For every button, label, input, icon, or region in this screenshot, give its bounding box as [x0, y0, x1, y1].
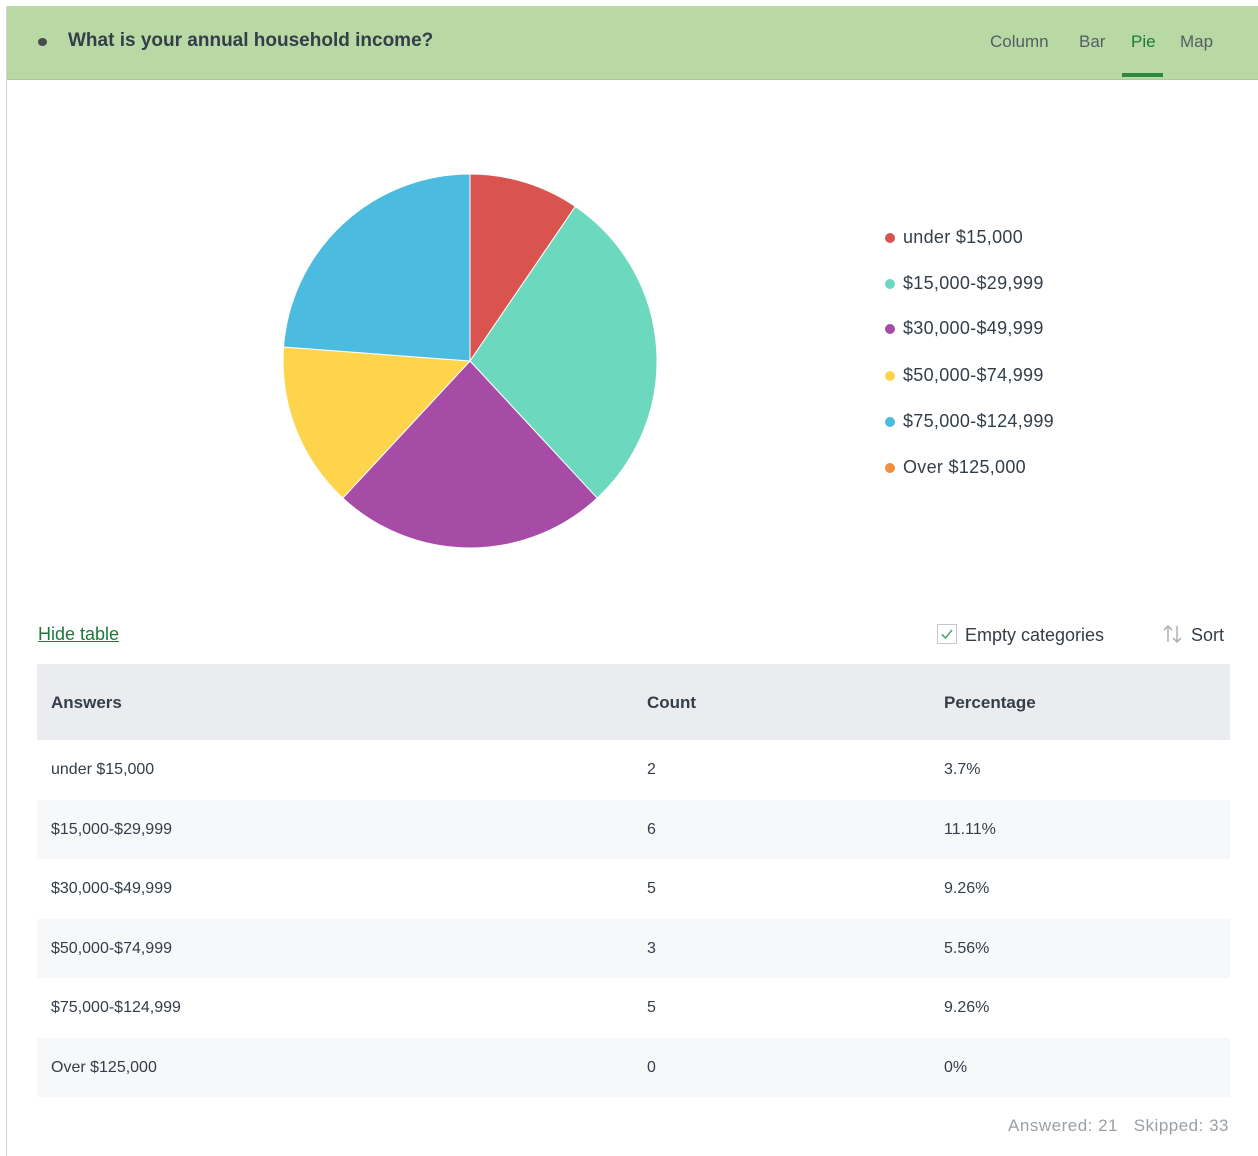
table-header: Answers Count Percentage	[37, 664, 1230, 740]
count-cell: 5	[647, 880, 656, 897]
count-cell: 3	[647, 939, 656, 957]
percentage-cell: 3.7%	[944, 761, 981, 778]
answer-cell: Over $125,000	[51, 1058, 157, 1076]
legend-label: $75,000-$124,999	[903, 411, 1054, 431]
results-table: Answers Count Percentage under $15,000 2…	[37, 664, 1230, 1097]
count-cell: 0	[647, 1058, 656, 1076]
sort-icon	[1163, 624, 1182, 644]
table-row: $15,000-$29,999 6 11.11%	[37, 799, 1230, 859]
count-cell: 6	[647, 820, 656, 838]
percentage-cell: 0%	[944, 1058, 968, 1076]
pie-chart	[282, 173, 658, 549]
sort-label: Sort	[1191, 625, 1225, 645]
legend-swatch	[885, 233, 895, 243]
table-row: $75,000-$124,999 5 9.26%	[37, 978, 1230, 1038]
answer-cell: $50,000-$74,999	[51, 939, 172, 957]
legend-label: $50,000-$74,999	[903, 365, 1044, 385]
answer-cell: $75,000-$124,999	[51, 999, 181, 1016]
checkmark-icon	[941, 629, 953, 640]
pie-slices	[282, 173, 658, 549]
table-row: $50,000-$74,999 3 5.56%	[37, 918, 1230, 978]
answer-cell: under $15,000	[51, 761, 155, 778]
percentage-cell: 9.26%	[944, 880, 990, 897]
table-row: $30,000-$49,999 5 9.26%	[37, 859, 1230, 919]
legend-label: Over $125,000	[903, 457, 1026, 477]
pie-slice[interactable]	[282, 173, 471, 362]
sort-button[interactable]: Sort	[1161, 622, 1231, 646]
header-count: Count	[647, 693, 697, 712]
legend-label: under $15,000	[903, 227, 1024, 247]
hide-table-link[interactable]: Hide table	[38, 624, 119, 645]
legend-swatch	[885, 463, 895, 473]
answer-cell: $15,000-$29,999	[51, 820, 172, 838]
legend-swatch	[885, 417, 895, 427]
question-panel: What is your annual household income? Co…	[6, 6, 1258, 1156]
header-answers: Answers	[51, 693, 122, 712]
empty-categories-checkbox[interactable]	[937, 624, 957, 644]
empty-categories-label: Empty categories	[965, 625, 1105, 645]
answer-cell: $30,000-$49,999	[51, 880, 172, 897]
percentage-cell: 5.56%	[944, 939, 990, 957]
table-row: Over $125,000 0 0%	[37, 1037, 1230, 1097]
header-percentage: Percentage	[944, 693, 1036, 712]
percentage-cell: 9.26%	[944, 999, 990, 1016]
answered-count: Answered: 21	[1008, 1116, 1118, 1135]
count-cell: 5	[647, 999, 656, 1016]
table-row: under $15,000 2 3.7%	[37, 740, 1230, 800]
percentage-cell: 11.11%	[944, 820, 996, 838]
legend-label: $30,000-$49,999	[903, 318, 1044, 338]
response-summary: Answered: 21 Skipped: 33	[967, 1116, 1229, 1136]
legend-swatch	[885, 279, 895, 289]
legend-swatch	[885, 371, 895, 381]
legend-swatch	[885, 324, 895, 334]
skipped-count: Skipped: 33	[1133, 1116, 1229, 1135]
legend-label: $15,000-$29,999	[903, 273, 1044, 293]
count-cell: 2	[647, 761, 656, 778]
